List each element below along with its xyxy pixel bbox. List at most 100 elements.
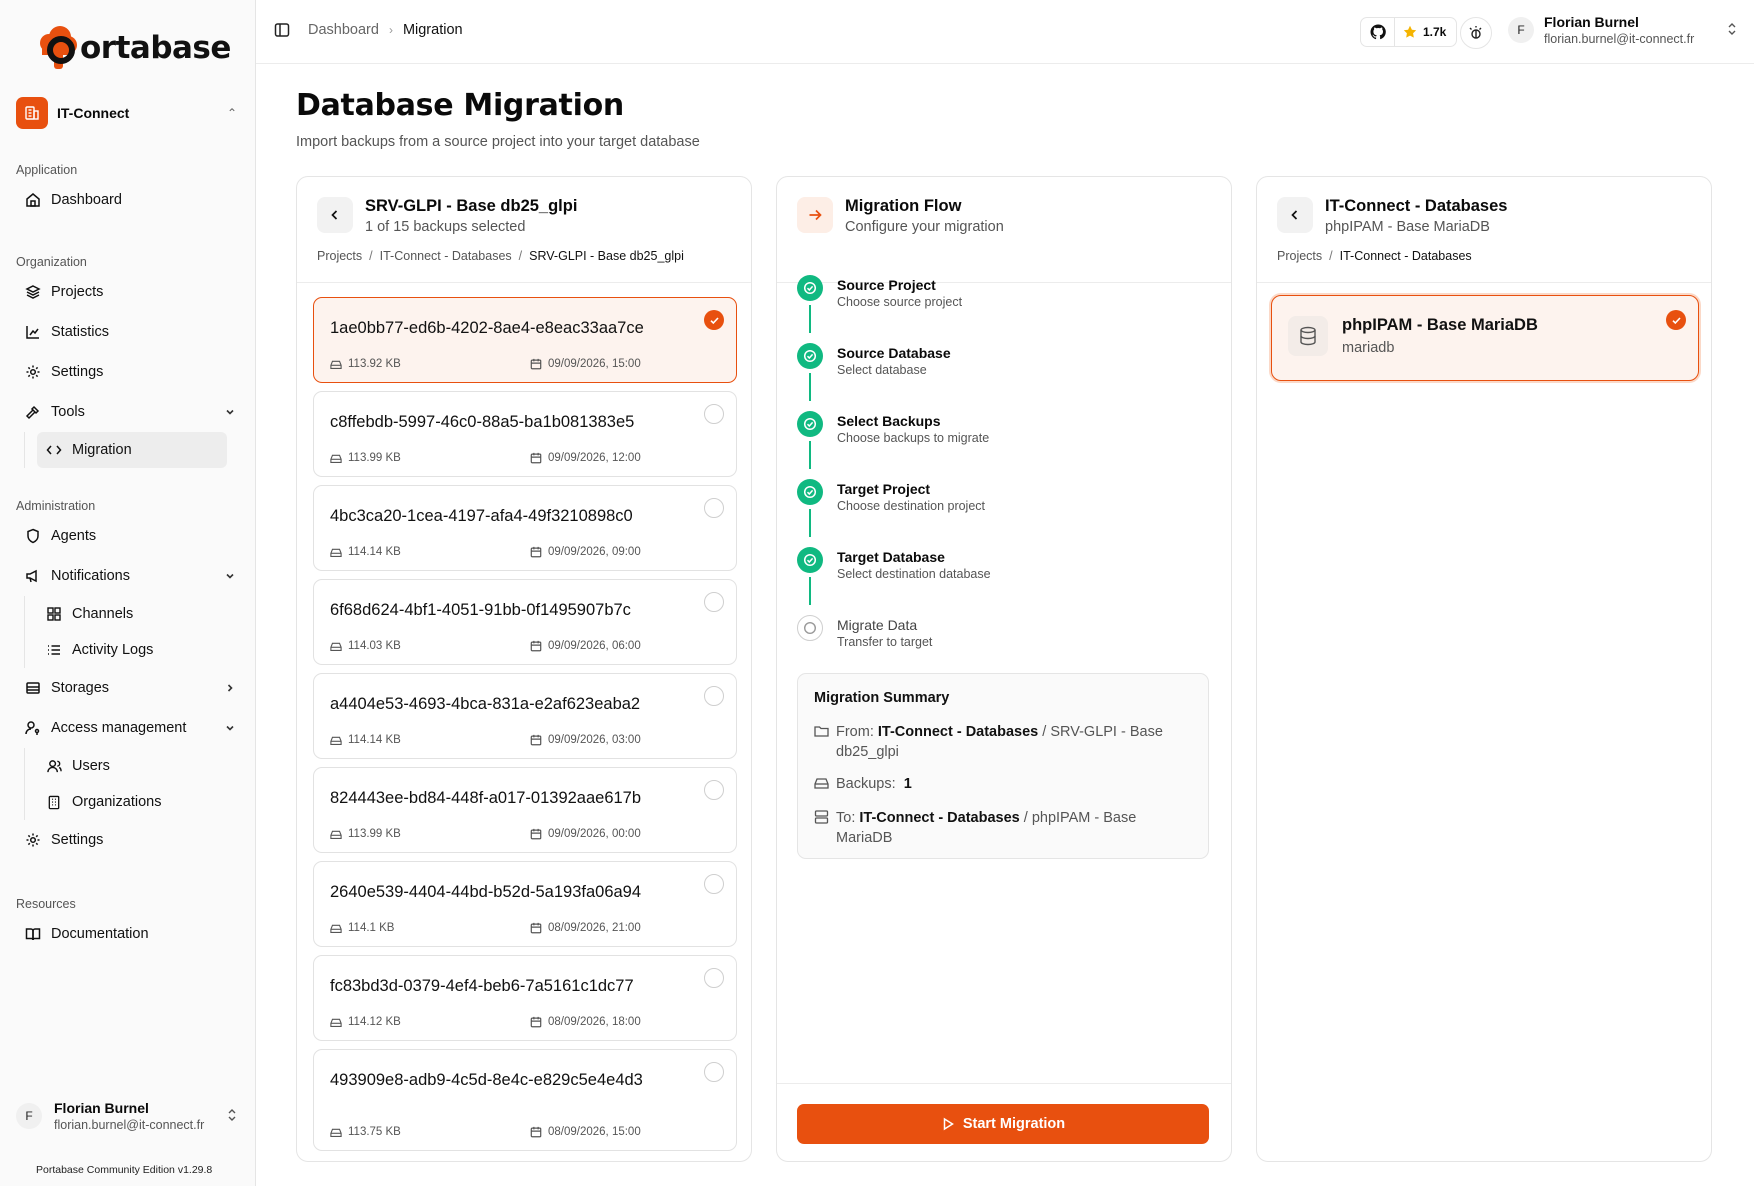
hard-drive-icon [330, 829, 342, 840]
sidebar-item-agents[interactable]: Agents [16, 516, 240, 556]
nav-group-organization: Organization Projects Statistics Setting… [16, 252, 240, 468]
topbar-user-menu[interactable]: F Florian Burnel florian.burnel@it-conne… [1508, 14, 1740, 46]
breadcrumb-dashboard[interactable]: Dashboard [308, 22, 379, 38]
main-content: Dashboard › Migration 1.7k F Florian Bur… [256, 0, 1754, 1186]
sidebar-item-label: Activity Logs [72, 642, 154, 658]
logo-icon [40, 26, 77, 69]
target-title: IT-Connect - Databases [1325, 197, 1508, 215]
crumb-projects[interactable]: Projects [317, 249, 362, 263]
backup-size: 113.75 KB [330, 1126, 401, 1138]
step-description: Select database [837, 363, 927, 377]
sidebar-item-organizations[interactable]: Organizations [37, 784, 240, 820]
sidebar-toggle-icon[interactable] [274, 22, 290, 43]
backup-size-value: 114.12 KB [348, 1016, 401, 1028]
hard-drive-icon [330, 641, 342, 652]
backup-date: 08/09/2026, 18:00 [530, 1016, 641, 1028]
step-title: Select Backups [837, 413, 941, 429]
chevron-down-icon [224, 570, 240, 582]
backup-item[interactable]: 1ae0bb77-ed6b-4202-8ae4-e8eac33aa7ce 113.… [313, 297, 737, 383]
backup-item[interactable]: 6f68d624-4bf1-4051-91bb-0f1495907b7c 114.… [313, 579, 737, 665]
theme-toggle-button[interactable] [1460, 17, 1492, 49]
source-back-button[interactable] [317, 197, 353, 233]
summary-title: Migration Summary [814, 690, 950, 706]
chart-icon [24, 323, 42, 341]
backup-item[interactable]: 2640e539-4404-44bd-b52d-5a193fa06a94 114.… [313, 861, 737, 947]
target-back-button[interactable] [1277, 197, 1313, 233]
sidebar-item-channels[interactable]: Channels [37, 596, 240, 632]
sidebar-item-admin-settings[interactable]: Settings [16, 820, 240, 860]
backup-date-value: 09/09/2026, 03:00 [548, 734, 641, 746]
backup-date-value: 09/09/2026, 12:00 [548, 452, 641, 464]
backup-item[interactable]: 493909e8-adb9-4c5d-8e4c-e829c5e4e4d3 113.… [313, 1049, 737, 1151]
user-email: florian.burnel@it-connect.fr [54, 1118, 205, 1132]
sidebar-item-users[interactable]: Users [37, 748, 240, 784]
backup-checkbox[interactable] [704, 780, 724, 800]
github-stars-button[interactable]: 1.7k [1360, 17, 1458, 47]
org-switcher[interactable]: IT-Connect ⌃ [16, 96, 240, 130]
sidebar-item-tools[interactable]: Tools [16, 392, 240, 432]
backup-size-value: 113.75 KB [348, 1126, 401, 1138]
user-info: Florian Burnel florian.burnel@it-connect… [1544, 14, 1724, 46]
sidebar-item-notifications[interactable]: Notifications [16, 556, 240, 596]
sidebar-item-documentation[interactable]: Documentation [16, 914, 240, 954]
crumb-projects[interactable]: Projects [1277, 249, 1322, 263]
backup-item[interactable]: c8ffebdb-5997-46c0-88a5-ba1b081383e5 113.… [313, 391, 737, 477]
backups-label: Backups: [836, 776, 896, 792]
sidebar-item-migration[interactable]: Migration [37, 432, 227, 468]
sidebar-item-settings[interactable]: Settings [16, 352, 240, 392]
backup-date-value: 08/09/2026, 21:00 [548, 922, 641, 934]
backup-checkbox[interactable] [704, 968, 724, 988]
target-db-name: phpIPAM - Base MariaDB [1342, 316, 1538, 334]
backup-checkbox-checked[interactable] [704, 310, 724, 330]
backup-id: 4bc3ca20-1cea-4197-afa4-49f3210898c0 [330, 507, 633, 525]
topbar: Dashboard › Migration 1.7k F Florian Bur… [256, 0, 1754, 64]
crumb-project[interactable]: IT-Connect - Databases [380, 249, 512, 263]
backup-item[interactable]: fc83bd3d-0379-4ef4-beb6-7a5161c1dc77 114.… [313, 955, 737, 1041]
sidebar-item-storages[interactable]: Storages [16, 668, 240, 708]
backup-id: 493909e8-adb9-4c5d-8e4c-e829c5e4e4d3 [330, 1071, 643, 1089]
flow-panel: Migration Flow Configure your migration … [776, 176, 1232, 1162]
backup-checkbox[interactable] [704, 686, 724, 706]
sidebar-item-statistics[interactable]: Statistics [16, 312, 240, 352]
group-label: Application [16, 163, 78, 177]
backup-item[interactable]: 824443ee-bd84-448f-a017-01392aae617b 113.… [313, 767, 737, 853]
sidebar-user-menu[interactable]: F Florian Burnel florian.burnel@it-conne… [16, 1100, 240, 1132]
hard-drive-icon [330, 1017, 342, 1028]
backup-item[interactable]: 4bc3ca20-1cea-4197-afa4-49f3210898c0 114.… [313, 485, 737, 571]
hammer-icon [24, 403, 42, 421]
sidebar-item-projects[interactable]: Projects [16, 272, 240, 312]
backup-checkbox[interactable] [704, 874, 724, 894]
backup-checkbox[interactable] [704, 592, 724, 612]
backup-date: 09/09/2026, 06:00 [530, 640, 641, 652]
step-description: Transfer to target [837, 635, 933, 649]
sidebar-item-access-management[interactable]: Access management [16, 708, 240, 748]
group-label: Organization [16, 255, 87, 269]
sidebar-item-label: Dashboard [51, 192, 122, 208]
user-info: Florian Burnel florian.burnel@it-connect… [54, 1100, 224, 1132]
step-title: Source Project [837, 277, 936, 293]
breadcrumb-migration: Migration [402, 22, 463, 38]
grid-icon [45, 605, 63, 623]
sidebar-item-activity-logs[interactable]: Activity Logs [37, 632, 240, 668]
sidebar-item-label: Notifications [51, 568, 130, 584]
backup-date-value: 08/09/2026, 18:00 [548, 1016, 641, 1028]
backup-item[interactable]: a4404e53-4693-4bca-831a-e2af623eaba2 114.… [313, 673, 737, 759]
chevron-left-icon [1291, 210, 1298, 220]
megaphone-icon [24, 567, 42, 585]
step-title: Migrate Data [837, 617, 918, 633]
start-migration-button[interactable]: Start Migration [797, 1104, 1209, 1144]
source-panel-header: SRV-GLPI - Base db25_glpi 1 of 15 backup… [297, 177, 751, 283]
portabase-logo[interactable]: ortabase [34, 22, 231, 74]
home-icon [24, 191, 42, 209]
backup-checkbox[interactable] [704, 1062, 724, 1082]
target-database-card[interactable]: phpIPAM - Base MariaDB mariadb [1271, 295, 1699, 381]
summary-from-text: From: IT-Connect - Databases / SRV-GLPI … [836, 724, 1163, 760]
hard-drive-icon [330, 1127, 342, 1138]
step-connector [809, 441, 811, 469]
backup-checkbox[interactable] [704, 498, 724, 518]
sidebar-item-dashboard[interactable]: Dashboard [16, 180, 240, 220]
flow-title: Migration Flow [845, 197, 962, 215]
to-label: To: [836, 810, 856, 826]
backup-checkbox[interactable] [704, 404, 724, 424]
backup-size: 114.1 KB [330, 922, 394, 934]
